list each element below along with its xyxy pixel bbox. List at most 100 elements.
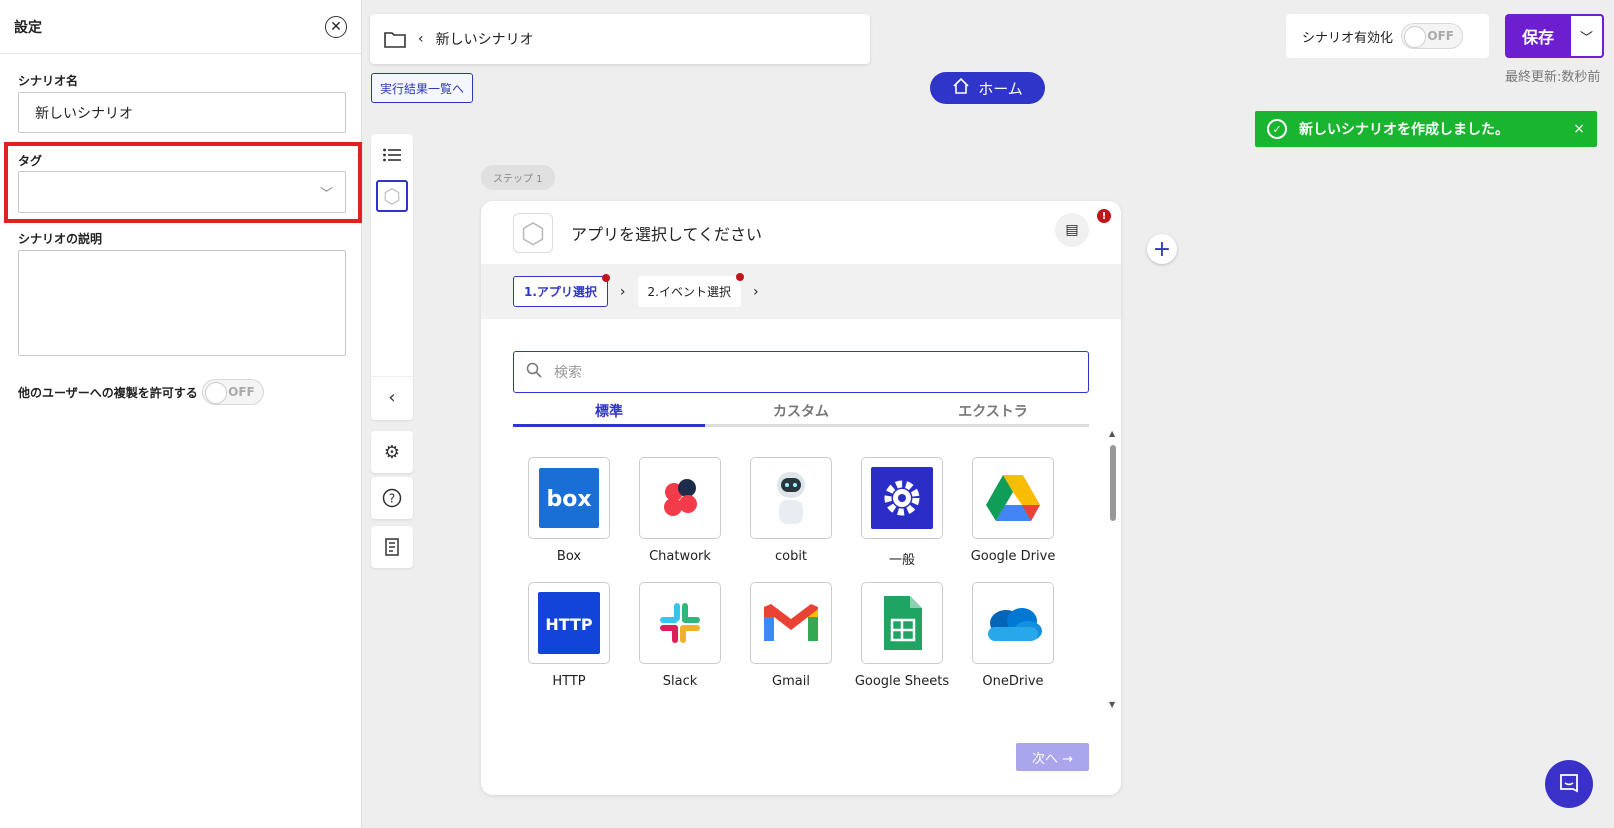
chatwork-logo-icon: [639, 457, 721, 539]
step-chip-event-select[interactable]: 2.イベント選択: [637, 273, 744, 307]
app-name: Box: [556, 549, 582, 564]
app-item-chatwork[interactable]: Chatwork: [639, 457, 721, 568]
app-item-gmail[interactable]: Gmail: [750, 582, 832, 689]
card-title: アプリを選択してください: [571, 225, 763, 244]
scenario-name-label: シナリオ名: [18, 74, 79, 88]
settings-panel: 設定 ✕ シナリオ名 新しいシナリオ タグ ﹀ シナリオの説明 他のユーザーへの…: [0, 0, 362, 828]
app-item-http[interactable]: HTTP HTTP: [528, 582, 610, 689]
description-label: シナリオの説明: [18, 232, 103, 246]
tab-standard[interactable]: 標準: [513, 397, 705, 427]
settings-title: 設定: [14, 19, 42, 36]
enable-label: シナリオ有効化: [1302, 30, 1394, 46]
gear-icon[interactable]: ⚙: [371, 431, 413, 473]
collapse-chevron-left-icon[interactable]: ‹: [371, 376, 413, 418]
settings-header: 設定 ✕: [0, 0, 361, 54]
cobit-robot-icon: [750, 457, 832, 539]
app-name: HTTP: [552, 674, 586, 689]
app-item-cobit[interactable]: cobit: [750, 457, 832, 568]
search-placeholder: 検索: [554, 365, 582, 381]
svg-text:box: box: [546, 487, 591, 512]
add-step-plus-icon[interactable]: +: [1147, 234, 1177, 264]
close-settings-icon[interactable]: ✕: [325, 15, 347, 38]
app-name: cobit: [774, 549, 808, 564]
step-chip-app-select[interactable]: 1.アプリ選択: [513, 274, 610, 307]
log-tool: [371, 526, 413, 568]
results-list-link[interactable]: 実行結果一覧へ: [371, 73, 474, 103]
scroll-down-icon[interactable]: ▼: [1109, 700, 1115, 709]
step-chip-label: 1.アプリ選択: [524, 285, 597, 299]
step-card: ⬡ アプリを選択してください ▤ ! 1.アプリ選択 › 2.イベント選択 › …: [481, 201, 1121, 795]
next-button[interactable]: 次へ →: [1016, 743, 1089, 771]
http-logo-icon: HTTP: [528, 582, 610, 664]
toast-message: 新しいシナリオを作成しました。: [1299, 122, 1509, 138]
app-item-google-sheets[interactable]: Google Sheets: [855, 582, 949, 689]
svg-text:?: ?: [389, 492, 395, 506]
success-toast: ✓ 新しいシナリオを作成しました。 ×: [1255, 111, 1597, 147]
check-circle-icon: ✓: [1267, 119, 1287, 139]
error-badge: !: [1097, 209, 1111, 223]
svg-text:HTTP: HTTP: [545, 615, 593, 634]
scenario-topbar: ‹ 新しいシナリオ: [370, 14, 870, 64]
app-item-general[interactable]: 一般: [861, 457, 943, 568]
app-item-box[interactable]: box Box: [528, 457, 610, 568]
app-placeholder-hexagon-icon: ⬡: [513, 213, 553, 253]
scroll-up-icon[interactable]: ▲: [1109, 429, 1115, 438]
google-sheets-logo-icon: [861, 582, 943, 664]
card-header: ⬡ アプリを選択してください: [513, 213, 762, 253]
app-item-onedrive[interactable]: OneDrive: [972, 582, 1054, 689]
allow-copy-toggle[interactable]: OFF: [201, 379, 264, 405]
enable-box: シナリオ有効化 OFF: [1286, 14, 1489, 58]
app-item-google-drive[interactable]: Google Drive: [971, 457, 1055, 568]
apps-scrollbar[interactable]: ▲ ▼: [1109, 429, 1117, 709]
back-chevron-icon[interactable]: ‹: [418, 31, 424, 47]
description-textarea[interactable]: [18, 250, 346, 356]
app-name: 一般: [888, 553, 915, 568]
search-icon: [526, 362, 542, 382]
allow-copy-row: 他のユーザーへの複製を許可する OFF: [18, 379, 264, 405]
app-name: Chatwork: [649, 549, 711, 564]
scroll-thumb[interactable]: [1110, 445, 1116, 521]
app-name: Google Sheets: [854, 674, 950, 689]
home-icon: [952, 77, 970, 99]
error-dot: [735, 273, 744, 281]
slack-logo-icon: [639, 582, 721, 664]
receipt-icon[interactable]: [371, 526, 413, 568]
app-tabs: 標準 カスタム エクストラ: [513, 397, 1089, 427]
toast-close-icon[interactable]: ×: [1573, 121, 1585, 137]
tab-custom[interactable]: カスタム: [705, 397, 897, 424]
step-thumbnail-hexagon-icon[interactable]: ⬡: [376, 180, 408, 212]
folder-icon[interactable]: [384, 30, 406, 48]
save-button[interactable]: 保存: [1505, 14, 1571, 58]
box-logo-icon: box: [528, 457, 610, 539]
save-button-group: 保存 ﹀: [1505, 14, 1604, 58]
apps-grid: box Box Chatwork cobit 一般 Google Drive H…: [513, 441, 1089, 689]
enable-toggle[interactable]: OFF: [1401, 23, 1464, 49]
step-list-panel: ⬡ ‹: [371, 134, 413, 420]
step-badge: ステップ 1: [481, 165, 555, 190]
home-label: ホーム: [978, 79, 1023, 98]
allow-copy-label: 他のユーザーへの複製を許可する: [18, 385, 198, 400]
chevron-right-icon: ›: [752, 283, 759, 300]
save-dropdown-chevron-icon[interactable]: ﹀: [1571, 14, 1604, 58]
gmail-logo-icon: [750, 582, 832, 664]
help-tool: ?: [371, 477, 413, 519]
step-chip-label: 2.イベント選択: [647, 285, 731, 299]
settings-tool: ⚙: [371, 431, 413, 473]
list-icon[interactable]: [371, 134, 413, 176]
app-search-input[interactable]: 検索: [513, 351, 1089, 393]
comment-icon[interactable]: ▤: [1055, 213, 1089, 247]
help-icon[interactable]: ?: [371, 477, 413, 519]
app-item-slack[interactable]: Slack: [639, 582, 721, 689]
gear-logo-icon: [861, 457, 943, 539]
home-button[interactable]: ホーム: [930, 72, 1045, 104]
tab-extra[interactable]: エクストラ: [897, 397, 1089, 424]
last-updated: 最終更新:数秒前: [1505, 70, 1601, 85]
onedrive-logo-icon: [972, 582, 1054, 664]
scenario-name-input[interactable]: 新しいシナリオ: [18, 92, 346, 133]
tag-highlight-box: [4, 142, 362, 223]
app-name: Gmail: [772, 674, 810, 689]
support-chat-icon[interactable]: [1545, 760, 1593, 808]
steps-bar: 1.アプリ選択 › 2.イベント選択 ›: [481, 264, 1121, 319]
topbar-scenario-name[interactable]: 新しいシナリオ: [436, 29, 534, 49]
app-name: Slack: [662, 674, 698, 689]
